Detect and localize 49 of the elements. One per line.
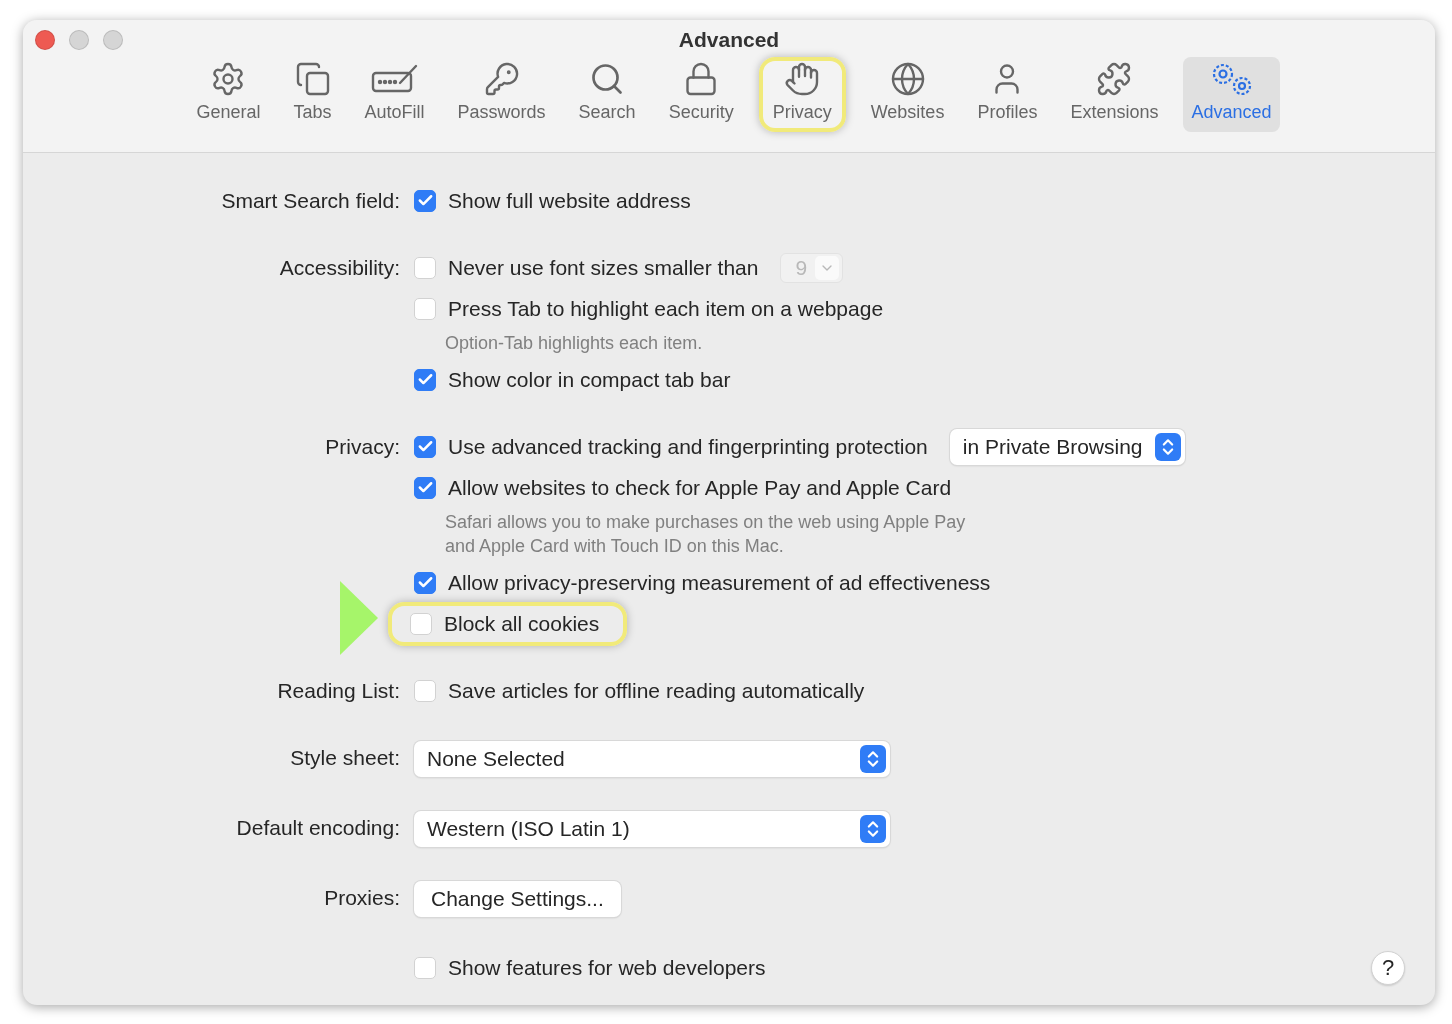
checkbox-label: Allow websites to check for Apple Pay and Apple Card bbox=[448, 475, 952, 500]
checkbox-label: Block all cookies bbox=[444, 611, 600, 636]
popup-menu[interactable]: in Private Browsing bbox=[949, 428, 1185, 465]
checkbox[interactable] bbox=[414, 435, 436, 458]
zoom-button[interactable] bbox=[103, 30, 123, 50]
section-label: Privacy: bbox=[324, 434, 400, 460]
toolbar-tab[interactable]: Security bbox=[660, 57, 742, 132]
checkbox-label: Show full website address bbox=[448, 188, 691, 213]
checkbox-label: Press Tab to highlight each item on a webpage bbox=[448, 296, 884, 321]
toolbar-tab[interactable]: Profiles bbox=[969, 57, 1046, 132]
minimize-button[interactable] bbox=[69, 30, 89, 50]
change-settings-button[interactable]: Change Settings... bbox=[414, 881, 621, 917]
section-label: Proxies: bbox=[323, 885, 400, 911]
help-note: Safari allows you to make purchases on the web using Apple Pay and Apple Card with Touch ID on this Mac. bbox=[444, 511, 967, 558]
section-label: Accessibility: bbox=[278, 255, 400, 281]
toolbar-tab[interactable]: Passwords bbox=[449, 57, 554, 132]
toolbar-tab[interactable]: Search bbox=[570, 57, 644, 132]
toolbar-tab[interactable]: Websites bbox=[862, 57, 953, 132]
hand-icon bbox=[784, 61, 821, 97]
toolbar-tab[interactable]: General bbox=[188, 57, 269, 132]
help-button[interactable]: ? bbox=[1371, 950, 1405, 985]
section-label: Smart Search field: bbox=[220, 188, 400, 214]
checkbox[interactable] bbox=[414, 368, 436, 391]
toolbar-tab[interactable]: Advanced bbox=[1183, 57, 1280, 132]
checkbox-label: Save articles for offline reading automatically bbox=[448, 678, 865, 703]
checkbox-label: Never use font sizes smaller than bbox=[448, 255, 759, 280]
globe-icon bbox=[889, 61, 926, 97]
toolbar-tab[interactable]: Tabs bbox=[285, 57, 340, 132]
help-note: Option-Tab highlights each item. bbox=[444, 332, 704, 355]
checkbox[interactable] bbox=[414, 189, 436, 212]
window-title: Advanced bbox=[678, 27, 780, 53]
popup-menu[interactable]: None Selected bbox=[414, 741, 890, 777]
checkbox-label: Show color in compact tab bar bbox=[448, 367, 731, 392]
close-button[interactable] bbox=[35, 30, 55, 50]
checkbox-label: Use advanced tracking and fingerprinting protection bbox=[448, 434, 928, 459]
checkbox[interactable] bbox=[414, 571, 436, 594]
section-label: Style sheet: bbox=[289, 745, 400, 771]
puzzle-icon bbox=[1096, 61, 1133, 97]
popup-menu[interactable]: Western (ISO Latin 1) bbox=[414, 811, 890, 847]
toolbar-tab[interactable]: Extensions bbox=[1062, 57, 1167, 132]
checkbox-label: Allow privacy-preserving measurement of ad effectiveness bbox=[448, 570, 991, 595]
toolbar-tab[interactable]: AutoFill bbox=[356, 57, 433, 132]
section-label: Default encoding: bbox=[235, 815, 400, 841]
section-label: Reading List: bbox=[276, 678, 400, 704]
tabs-icon bbox=[294, 61, 331, 97]
checkbox[interactable] bbox=[414, 476, 436, 499]
key-icon bbox=[483, 61, 520, 97]
toolbar-tab[interactable]: Privacy bbox=[758, 57, 846, 132]
checkbox-label: Show features for web developers bbox=[448, 955, 766, 980]
